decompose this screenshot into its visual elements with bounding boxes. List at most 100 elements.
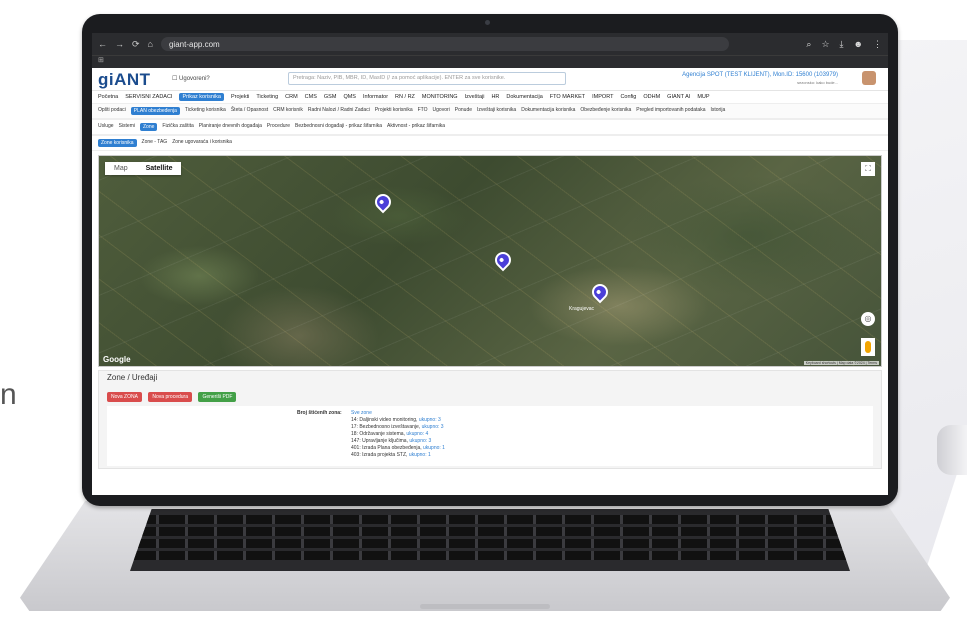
tab-ugovori[interactable]: Ugovori — [433, 107, 450, 115]
search-input[interactable]: Pretraga: Naziv, PIB, MBR, ID, MasID (/ … — [288, 72, 566, 85]
tab-zone[interactable]: Zone — [139, 123, 158, 131]
tab-crm-korisnik[interactable]: CRM korisnik — [273, 107, 303, 115]
laptop-notch — [420, 604, 550, 609]
menu-item-config[interactable]: Config — [620, 93, 636, 101]
menu-item-informator[interactable]: Informator — [363, 93, 388, 101]
menu-item-giant-ai[interactable]: GIANT AI — [667, 93, 690, 101]
download-icon[interactable]: ⤓ — [840, 39, 844, 50]
webcam — [485, 20, 490, 25]
menu-item-label: Prikaz korisnika — [182, 94, 221, 100]
apps-icon[interactable]: ⊞ — [98, 57, 104, 64]
profile-icon[interactable]: ☻ — [854, 39, 863, 50]
menu-item-label: CMS — [304, 94, 317, 100]
menu-item-dokumentacija[interactable]: Dokumentacija — [506, 93, 542, 101]
customer-tabs: Opšti podaci PLAN obezbeđenja Ticketing ko… — [92, 103, 888, 119]
tab-bezbednosni-doga-aji-prikaz-sifarnika[interactable]: Bezbednosni događaji - prikaz šifarnika — [295, 123, 382, 131]
tab-plan-obezbe-enja[interactable]: PLAN obezbeđenja — [130, 107, 180, 115]
new-procedure-button[interactable]: Nova procedura — [148, 392, 192, 402]
tab-projekti-korisnika[interactable]: Projekti korisnika — [375, 107, 413, 115]
laptop-lid: ← → ⟳ ⌂ giant-app.com ⌕ ☆ ⤓ ☻ ⋮ ⊞ giANT … — [82, 14, 898, 506]
tab-sistemi[interactable]: Sistemi — [119, 123, 135, 131]
menu-item-servisni-zadaci[interactable]: SERVISNI ZADACI — [125, 93, 172, 101]
zone-count-link[interactable]: ukupno: 1 — [423, 445, 445, 451]
menu-item-cms[interactable]: CMS — [305, 93, 317, 101]
new-zone-button[interactable]: Nova ZONA — [107, 392, 142, 402]
menu-icon[interactable]: ⋮ — [873, 39, 882, 50]
menu-item-label: GSM — [323, 94, 337, 100]
menu-item-projekti[interactable]: Projekti — [231, 93, 249, 101]
zone-count-link[interactable]: ukupno: 1 — [409, 452, 431, 458]
logo-main: gi — [98, 70, 115, 89]
zone-count-link[interactable]: ukupno: 3 — [419, 417, 441, 423]
tab-istorija[interactable]: Istorija — [711, 107, 726, 115]
menu-item-hr[interactable]: HR — [491, 93, 499, 101]
menu-item-label: Informator — [362, 94, 389, 100]
ugovoreni-checkbox[interactable]: ☐ Ugovoreni? — [172, 75, 210, 82]
zone-count-link[interactable]: ukupno: 4 — [406, 431, 428, 437]
pegman-icon[interactable] — [861, 338, 875, 356]
zone-count-link[interactable]: ukupno: 3 — [422, 424, 444, 430]
tab-planiranje-dnevnih-doga-aja[interactable]: Planiranje dnevnih događaja — [199, 123, 262, 131]
tab-zone-korisnika[interactable]: Zone korisnika — [98, 139, 137, 147]
map-type-control: Map Satellite — [105, 162, 182, 175]
all-zones-link[interactable]: Sve zone — [351, 410, 372, 416]
tab-aktivnost-prikaz-sifarnika[interactable]: Aktivnost - prikaz šifarnika — [387, 123, 445, 131]
map-marker[interactable] — [371, 190, 395, 214]
tab-obezbe-enje-korisnika[interactable]: Obezbeđenje korisnika — [580, 107, 631, 115]
tab-ponude[interactable]: Ponude — [455, 107, 472, 115]
menu-item-crm[interactable]: CRM — [285, 93, 298, 101]
menu-item-mup[interactable]: MUP — [697, 93, 709, 101]
tab-zone-ugovaraca-i-korisnika[interactable]: Zone ugovaraća i korisnika — [172, 139, 232, 147]
menu-item-qms[interactable]: QMS — [343, 93, 356, 101]
camera-control-icon[interactable]: ◎ — [861, 312, 875, 326]
menu-item-label: GIANT AI — [667, 94, 691, 100]
zone-list-item: 147: Upravljanje ključima, ukupno: 3 — [351, 438, 445, 445]
menu-item-izvestaji[interactable]: Izveštaji — [465, 93, 485, 101]
menu-item-prikaz-korisnika[interactable]: Prikaz korisnika — [179, 93, 224, 101]
reload-icon[interactable]: ⟳ — [132, 39, 140, 50]
menu-item-odhm[interactable]: ODHM — [643, 93, 660, 101]
menu-item-rn-rz[interactable]: RN / RZ — [395, 93, 415, 101]
tab-procedure[interactable]: Procedure — [267, 123, 290, 131]
tab-fizicka-zastita[interactable]: Fizička zaštita — [162, 123, 193, 131]
giant-logo[interactable]: giANT — [98, 70, 151, 90]
tab-ticketing-korisnika[interactable]: Ticketing korisnika — [185, 107, 226, 115]
avatar[interactable] — [862, 71, 876, 85]
menu-item-monitoring[interactable]: MONITORING — [422, 93, 458, 101]
tab-fto[interactable]: FTO — [418, 107, 428, 115]
tab-steta-opasnost[interactable]: Šteta / Opasnost — [231, 107, 268, 115]
zone-list: Sve zone 14: Daljinski video monitoring,… — [351, 410, 445, 459]
tab-pregled-importovanih-podataka[interactable]: Pregled importovanih podataka — [636, 107, 705, 115]
tab-izvestaji-korisnika[interactable]: Izveštaji korisnika — [477, 107, 516, 115]
menu-item-pocetna[interactable]: Početna — [98, 93, 118, 101]
menu-item-ticketing[interactable]: Ticketing — [256, 93, 278, 101]
map-button[interactable]: Map — [105, 162, 137, 175]
tab-radni-nalozi-radni-zadaci[interactable]: Radni Nalozi / Radni Zadaci — [308, 107, 370, 115]
forward-icon[interactable]: → — [115, 39, 124, 49]
home-icon[interactable]: ⌂ — [148, 39, 153, 49]
zone-list-item: 17: Bezbednosno izveštavanje, ukupno: 3 — [351, 424, 445, 431]
tab-zone-tag[interactable]: Zone - TAG — [142, 139, 168, 147]
zone-count-link[interactable]: ukupno: 3 — [409, 438, 431, 444]
star-icon[interactable]: ☆ — [821, 39, 829, 50]
zoom-icon[interactable]: ⌕ — [806, 39, 811, 50]
menu-item-fto-market[interactable]: FTO MARKET — [550, 93, 585, 101]
tab-dokumentacija-korisnika[interactable]: Dokumentacija korisnika — [521, 107, 575, 115]
zones-panel: Zone / Uređaji Nova ZONA Nova procedura … — [98, 370, 882, 469]
main-menu: Početna SERVISNI ZADACI Prikaz korisnika Pr… — [92, 91, 888, 103]
tab-opsti-podaci[interactable]: Opšti podaci — [98, 107, 126, 115]
satellite-map[interactable]: Map Satellite ⛶ Kragujevac ◎ Google Keyb… — [98, 155, 882, 367]
back-icon[interactable]: ← — [98, 39, 107, 49]
city-label: Kragujevac — [569, 306, 595, 312]
menu-item-label: IMPORT — [592, 94, 614, 100]
generate-pdf-button[interactable]: Generiši PDF — [198, 392, 237, 402]
fullscreen-icon[interactable]: ⛶ — [861, 162, 875, 176]
map-marker[interactable] — [588, 280, 612, 304]
zone-list-item: 18: Održavanje sistema, ukupno: 4 — [351, 431, 445, 438]
menu-item-gsm[interactable]: GSM — [324, 93, 337, 101]
map-marker[interactable] — [491, 248, 515, 272]
satellite-button[interactable]: Satellite — [137, 162, 182, 175]
address-bar[interactable]: giant-app.com — [160, 37, 729, 51]
tab-usluge[interactable]: Usluge — [98, 123, 114, 131]
menu-item-import[interactable]: IMPORT — [592, 93, 613, 101]
